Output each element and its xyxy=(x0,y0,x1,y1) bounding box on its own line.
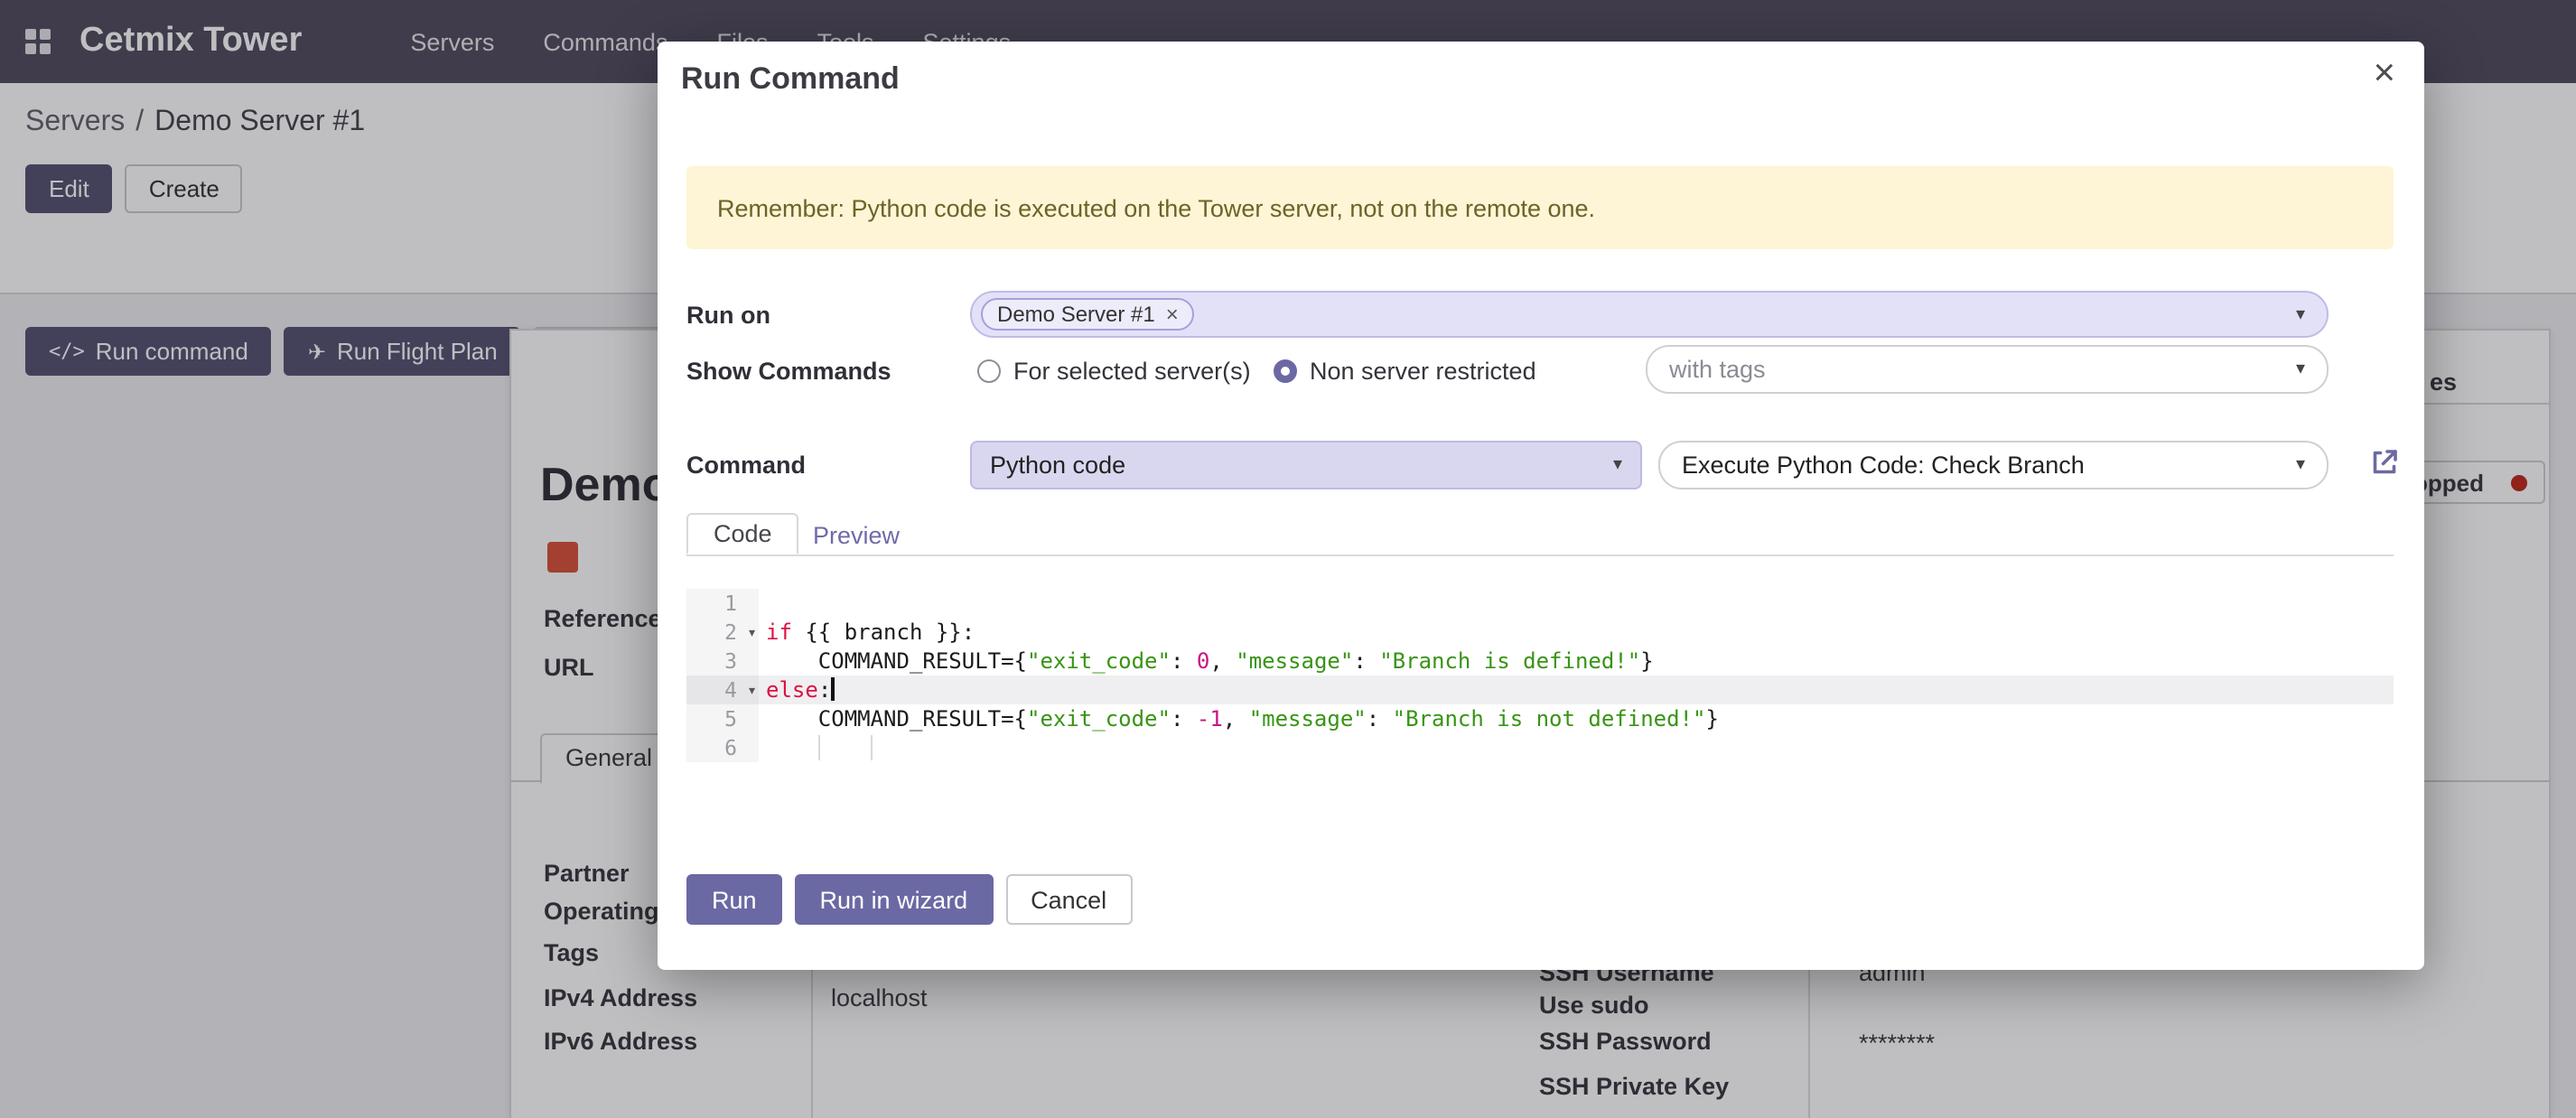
tag-remove-icon[interactable]: × xyxy=(1166,303,1179,325)
cancel-button[interactable]: Cancel xyxy=(1005,874,1132,925)
editor-gutter: 12▾34▾56 xyxy=(686,589,759,762)
code-line-2[interactable]: if {{ branch }}: xyxy=(759,618,2394,647)
modal-title: Run Command xyxy=(681,61,900,98)
close-icon[interactable]: × xyxy=(2373,54,2395,92)
gutter-line-1[interactable]: 1 xyxy=(686,589,759,618)
chevron-down-icon: ▾ xyxy=(2296,359,2305,379)
gutter-line-5[interactable]: 5 xyxy=(686,704,759,733)
gutter-line-6[interactable]: 6 xyxy=(686,733,759,762)
command-value: Execute Python Code: Check Branch xyxy=(1682,452,2085,479)
code-editor[interactable]: 12▾34▾56 if {{ branch }}: COMMAND_RESULT… xyxy=(686,589,2394,762)
code-line-1[interactable] xyxy=(759,589,2394,618)
gutter-line-2[interactable]: 2▾ xyxy=(686,618,759,647)
editor-code: if {{ branch }}: COMMAND_RESULT={"exit_c… xyxy=(759,589,2394,762)
fold-toggle-icon[interactable]: ▾ xyxy=(747,677,757,706)
fold-toggle-icon[interactable]: ▾ xyxy=(747,620,757,648)
run-on-field[interactable]: Demo Server #1 × ▾ xyxy=(970,291,2329,338)
radio-non-server-restricted-label[interactable]: Non server restricted xyxy=(1310,358,1536,385)
text-cursor xyxy=(831,677,834,701)
command-type-value: Python code xyxy=(990,452,1125,479)
show-commands-label: Show Commands xyxy=(686,358,891,385)
server-tag-label: Demo Server #1 xyxy=(997,302,1155,327)
radio-for-selected-servers-label[interactable]: For selected server(s) xyxy=(1013,358,1251,385)
screen: Cetmix Tower ServersCommandsFilesToolsSe… xyxy=(0,0,2576,1118)
chevron-down-icon: ▾ xyxy=(1613,455,1622,475)
code-line-6[interactable] xyxy=(759,733,2394,762)
external-link-icon[interactable] xyxy=(2368,446,2401,479)
run-in-wizard-button[interactable]: Run in wizard xyxy=(795,874,994,925)
tab-bar-border xyxy=(686,554,2394,556)
chevron-down-icon: ▾ xyxy=(2296,455,2305,475)
tab-preview[interactable]: Preview xyxy=(813,522,900,549)
gutter-line-4[interactable]: 4▾ xyxy=(686,675,759,704)
run-command-modal: Run Command × Remember: Python code is e… xyxy=(658,42,2424,970)
with-tags-placeholder: with tags xyxy=(1669,356,1766,383)
radio-non-server-restricted[interactable] xyxy=(1274,359,1297,383)
tab-code[interactable]: Code xyxy=(686,513,799,554)
with-tags-select[interactable]: with tags ▾ xyxy=(1646,345,2329,394)
run-on-label: Run on xyxy=(686,302,770,329)
chevron-down-icon: ▾ xyxy=(2296,304,2305,324)
code-line-5[interactable]: COMMAND_RESULT={"exit_code": -1, "messag… xyxy=(759,704,2394,733)
code-line-3[interactable]: COMMAND_RESULT={"exit_code": 0, "message… xyxy=(759,647,2394,675)
command-type-select[interactable]: Python code ▾ xyxy=(970,441,1642,489)
python-warning-banner: Remember: Python code is executed on the… xyxy=(686,166,2394,249)
run-button[interactable]: Run xyxy=(686,874,782,925)
code-line-4[interactable]: else: xyxy=(759,675,2394,704)
server-tag[interactable]: Demo Server #1 × xyxy=(981,298,1195,331)
command-label: Command xyxy=(686,452,806,479)
gutter-line-3[interactable]: 3 xyxy=(686,647,759,675)
command-select[interactable]: Execute Python Code: Check Branch ▾ xyxy=(1658,441,2329,489)
radio-for-selected-servers[interactable] xyxy=(977,359,1001,383)
